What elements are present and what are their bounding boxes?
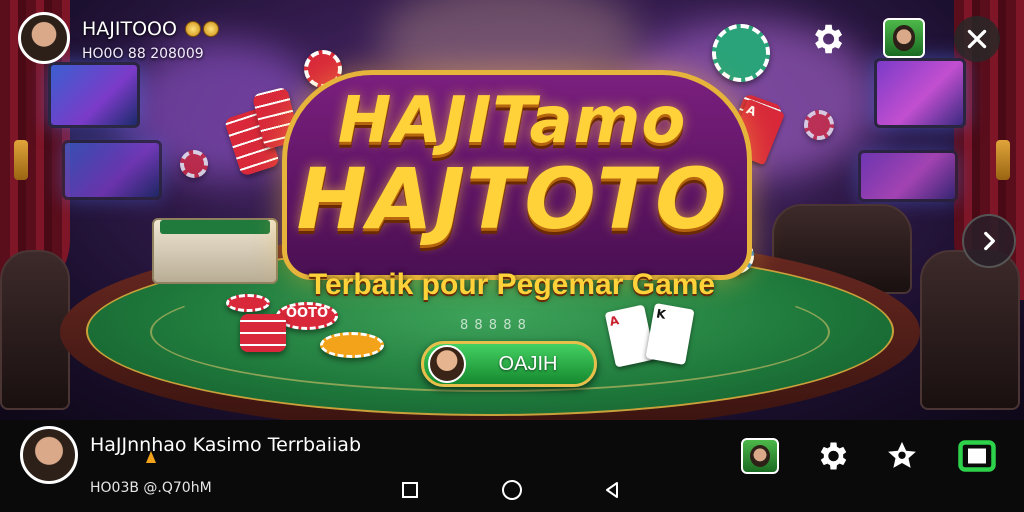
bottom-profile-thumbnail[interactable]	[741, 438, 779, 474]
avatar-icon	[892, 25, 916, 51]
player-name: HAJITOOO	[82, 18, 177, 40]
chip-text: OOTO	[286, 306, 329, 321]
player-avatar[interactable]	[18, 12, 70, 64]
nav-back-button[interactable]	[600, 478, 624, 502]
bottom-title: HaJJnnhao Kasimo Terrbaiiab	[90, 434, 362, 456]
bottom-settings-button[interactable]	[812, 436, 852, 476]
star-badge-icon	[888, 441, 916, 468]
screen-button[interactable]	[956, 436, 998, 476]
bottom-subtitle: HO03B @.Q70hM	[90, 480, 212, 496]
play-button-label: OAJIH	[498, 353, 558, 375]
settings-button[interactable]	[806, 18, 848, 60]
avatar-icon	[428, 345, 466, 383]
next-button[interactable]	[962, 214, 1016, 268]
profile-thumbnail[interactable]	[883, 18, 925, 58]
felt-text: 8 8 8 8 8	[460, 318, 527, 333]
chip-stack	[240, 314, 286, 352]
player-name-row: HAJITOOO	[82, 18, 220, 40]
avatar-icon	[749, 444, 771, 468]
logo-line-1: HAJITamo	[337, 84, 687, 158]
screen-icon	[958, 440, 996, 472]
chevron-right-icon	[984, 231, 995, 251]
nav-home-button[interactable]	[500, 478, 524, 502]
bottom-avatar[interactable]	[20, 426, 78, 484]
logo-line-2: HAJTOTO	[296, 150, 728, 248]
favorite-button[interactable]	[882, 436, 922, 476]
poker-chip	[320, 332, 384, 358]
close-button[interactable]	[954, 16, 1000, 62]
play-button[interactable]: OAJIH	[421, 341, 597, 387]
coin-icon	[185, 21, 202, 37]
square-nav-icon	[402, 482, 418, 498]
gear-icon	[820, 442, 847, 470]
coin-icon	[203, 21, 220, 37]
nav-recent-button[interactable]	[398, 478, 422, 502]
cursor-marker	[146, 451, 156, 463]
circle-nav-icon	[502, 480, 522, 500]
poker-chip	[712, 24, 770, 82]
triangle-back-icon	[606, 482, 618, 498]
close-icon	[967, 29, 987, 49]
player-id: HO0O 88 208009	[82, 46, 204, 62]
gear-icon	[815, 24, 843, 54]
tagline: Terbaik pour Pegemar Game	[308, 268, 716, 301]
